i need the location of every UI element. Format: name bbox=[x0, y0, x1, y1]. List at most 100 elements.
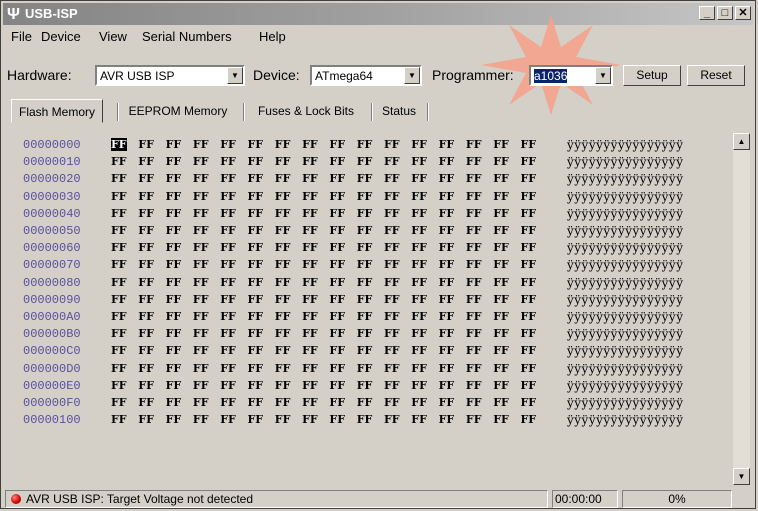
hex-byte[interactable]: FF bbox=[275, 362, 291, 375]
hex-byte[interactable]: FF bbox=[493, 138, 509, 151]
hex-byte[interactable]: FF bbox=[193, 155, 209, 168]
hex-byte[interactable]: FF bbox=[275, 172, 291, 185]
hex-byte[interactable]: FF bbox=[138, 293, 154, 306]
hex-byte[interactable]: FF bbox=[329, 413, 345, 426]
hex-byte[interactable]: FF bbox=[193, 413, 209, 426]
hex-byte[interactable]: FF bbox=[521, 138, 537, 151]
hex-byte[interactable]: FF bbox=[138, 310, 154, 323]
hex-byte[interactable]: FF bbox=[521, 276, 537, 289]
hex-byte[interactable]: FF bbox=[166, 310, 182, 323]
hex-byte[interactable]: FF bbox=[138, 276, 154, 289]
vertical-scrollbar[interactable]: ▲ ▼ bbox=[733, 133, 750, 485]
hex-byte[interactable]: FF bbox=[248, 207, 264, 220]
hex-byte[interactable]: FF bbox=[439, 172, 455, 185]
hex-byte[interactable]: FF bbox=[357, 396, 373, 409]
hex-byte[interactable]: FF bbox=[166, 396, 182, 409]
tab-fuses-lock-bits[interactable]: Fuses & Lock Bits bbox=[249, 99, 363, 123]
hex-byte[interactable]: FF bbox=[248, 258, 264, 271]
menu-file[interactable]: File bbox=[11, 29, 32, 44]
hex-view[interactable]: ▲ ▼ 00000000 FF FF FF FF FF FF FF FF FF FF FF FF FF FF… bbox=[15, 129, 753, 485]
hex-byte[interactable]: FF bbox=[493, 293, 509, 306]
hex-byte[interactable]: FF bbox=[275, 241, 291, 254]
hex-byte[interactable]: FF bbox=[111, 241, 127, 254]
hex-byte[interactable]: FF bbox=[166, 276, 182, 289]
hex-byte[interactable]: FF bbox=[493, 276, 509, 289]
hex-byte[interactable]: FF bbox=[521, 344, 537, 357]
hex-byte[interactable]: FF bbox=[411, 258, 427, 271]
hex-byte[interactable]: FF bbox=[275, 293, 291, 306]
hex-byte[interactable]: FF bbox=[357, 155, 373, 168]
hex-byte[interactable]: FF bbox=[193, 276, 209, 289]
hex-byte[interactable]: FF bbox=[521, 258, 537, 271]
hex-byte[interactable]: FF bbox=[193, 344, 209, 357]
hex-byte[interactable]: FF bbox=[466, 327, 482, 340]
hex-byte[interactable]: FF bbox=[193, 362, 209, 375]
hex-byte[interactable]: FF bbox=[138, 155, 154, 168]
hex-byte[interactable]: FF bbox=[111, 258, 127, 271]
hex-byte[interactable]: FF bbox=[193, 138, 209, 151]
hex-byte[interactable]: FF bbox=[439, 396, 455, 409]
hex-byte[interactable]: FF bbox=[138, 413, 154, 426]
hex-byte[interactable]: FF bbox=[166, 241, 182, 254]
hex-byte[interactable]: FF bbox=[411, 310, 427, 323]
title-bar[interactable]: Ψ USB-ISP _ □ ✕ bbox=[3, 3, 753, 25]
hex-byte[interactable]: FF bbox=[220, 172, 236, 185]
hex-byte[interactable]: FF bbox=[138, 258, 154, 271]
hex-byte[interactable]: FF bbox=[111, 344, 127, 357]
hex-byte[interactable]: FF bbox=[411, 207, 427, 220]
hex-byte[interactable]: FF bbox=[166, 413, 182, 426]
hex-byte[interactable]: FF bbox=[466, 241, 482, 254]
hex-byte[interactable]: FF bbox=[384, 344, 400, 357]
hex-byte[interactable]: FF bbox=[357, 224, 373, 237]
hex-byte[interactable]: FF bbox=[384, 276, 400, 289]
hex-byte[interactable]: FF bbox=[193, 172, 209, 185]
hex-byte[interactable]: FF bbox=[248, 276, 264, 289]
hex-byte[interactable]: FF bbox=[166, 138, 182, 151]
hex-byte[interactable]: FF bbox=[329, 224, 345, 237]
hex-byte[interactable]: FF bbox=[521, 293, 537, 306]
minimize-button[interactable]: _ bbox=[699, 6, 715, 20]
menu-help[interactable]: Help bbox=[259, 29, 286, 44]
hex-byte[interactable]: FF bbox=[248, 344, 264, 357]
reset-button[interactable]: Reset bbox=[687, 65, 745, 86]
hex-byte[interactable]: FF bbox=[384, 190, 400, 203]
hex-byte[interactable]: FF bbox=[138, 327, 154, 340]
hex-byte[interactable]: FF bbox=[439, 379, 455, 392]
hex-byte[interactable]: FF bbox=[220, 190, 236, 203]
hex-byte[interactable]: FF bbox=[193, 241, 209, 254]
hex-byte[interactable]: FF bbox=[275, 224, 291, 237]
hex-byte[interactable]: FF bbox=[111, 362, 127, 375]
hex-byte[interactable]: FF bbox=[166, 190, 182, 203]
device-dropdown-arrow-icon[interactable]: ▼ bbox=[404, 67, 420, 84]
hex-byte[interactable]: FF bbox=[166, 172, 182, 185]
hex-byte[interactable]: FF bbox=[466, 413, 482, 426]
hex-byte[interactable]: FF bbox=[466, 362, 482, 375]
hex-byte[interactable]: FF bbox=[248, 155, 264, 168]
hex-byte[interactable]: FF bbox=[248, 396, 264, 409]
hex-byte[interactable]: FF bbox=[466, 190, 482, 203]
hex-byte[interactable]: FF bbox=[302, 224, 318, 237]
hex-byte[interactable]: FF bbox=[111, 327, 127, 340]
hex-byte[interactable]: FF bbox=[302, 379, 318, 392]
hex-byte[interactable]: FF bbox=[138, 207, 154, 220]
hex-byte[interactable]: FF bbox=[329, 362, 345, 375]
hex-byte[interactable]: FF bbox=[248, 327, 264, 340]
hex-byte[interactable]: FF bbox=[220, 241, 236, 254]
hex-byte[interactable]: FF bbox=[138, 138, 154, 151]
hex-byte[interactable]: FF bbox=[111, 138, 127, 151]
hex-byte[interactable]: FF bbox=[466, 138, 482, 151]
hex-byte[interactable]: FF bbox=[248, 310, 264, 323]
hex-byte[interactable]: FF bbox=[329, 155, 345, 168]
hex-byte[interactable]: FF bbox=[220, 344, 236, 357]
hex-byte[interactable]: FF bbox=[466, 172, 482, 185]
hex-byte[interactable]: FF bbox=[357, 379, 373, 392]
hex-byte[interactable]: FF bbox=[493, 190, 509, 203]
hex-byte[interactable]: FF bbox=[220, 207, 236, 220]
hex-byte[interactable]: FF bbox=[466, 344, 482, 357]
device-select[interactable]: ATmega64 ▼ bbox=[310, 65, 422, 86]
hex-byte[interactable]: FF bbox=[138, 379, 154, 392]
menu-device[interactable]: Device bbox=[41, 29, 81, 44]
hex-byte[interactable]: FF bbox=[329, 207, 345, 220]
hex-byte[interactable]: FF bbox=[411, 276, 427, 289]
menu-view[interactable]: View bbox=[99, 29, 127, 44]
